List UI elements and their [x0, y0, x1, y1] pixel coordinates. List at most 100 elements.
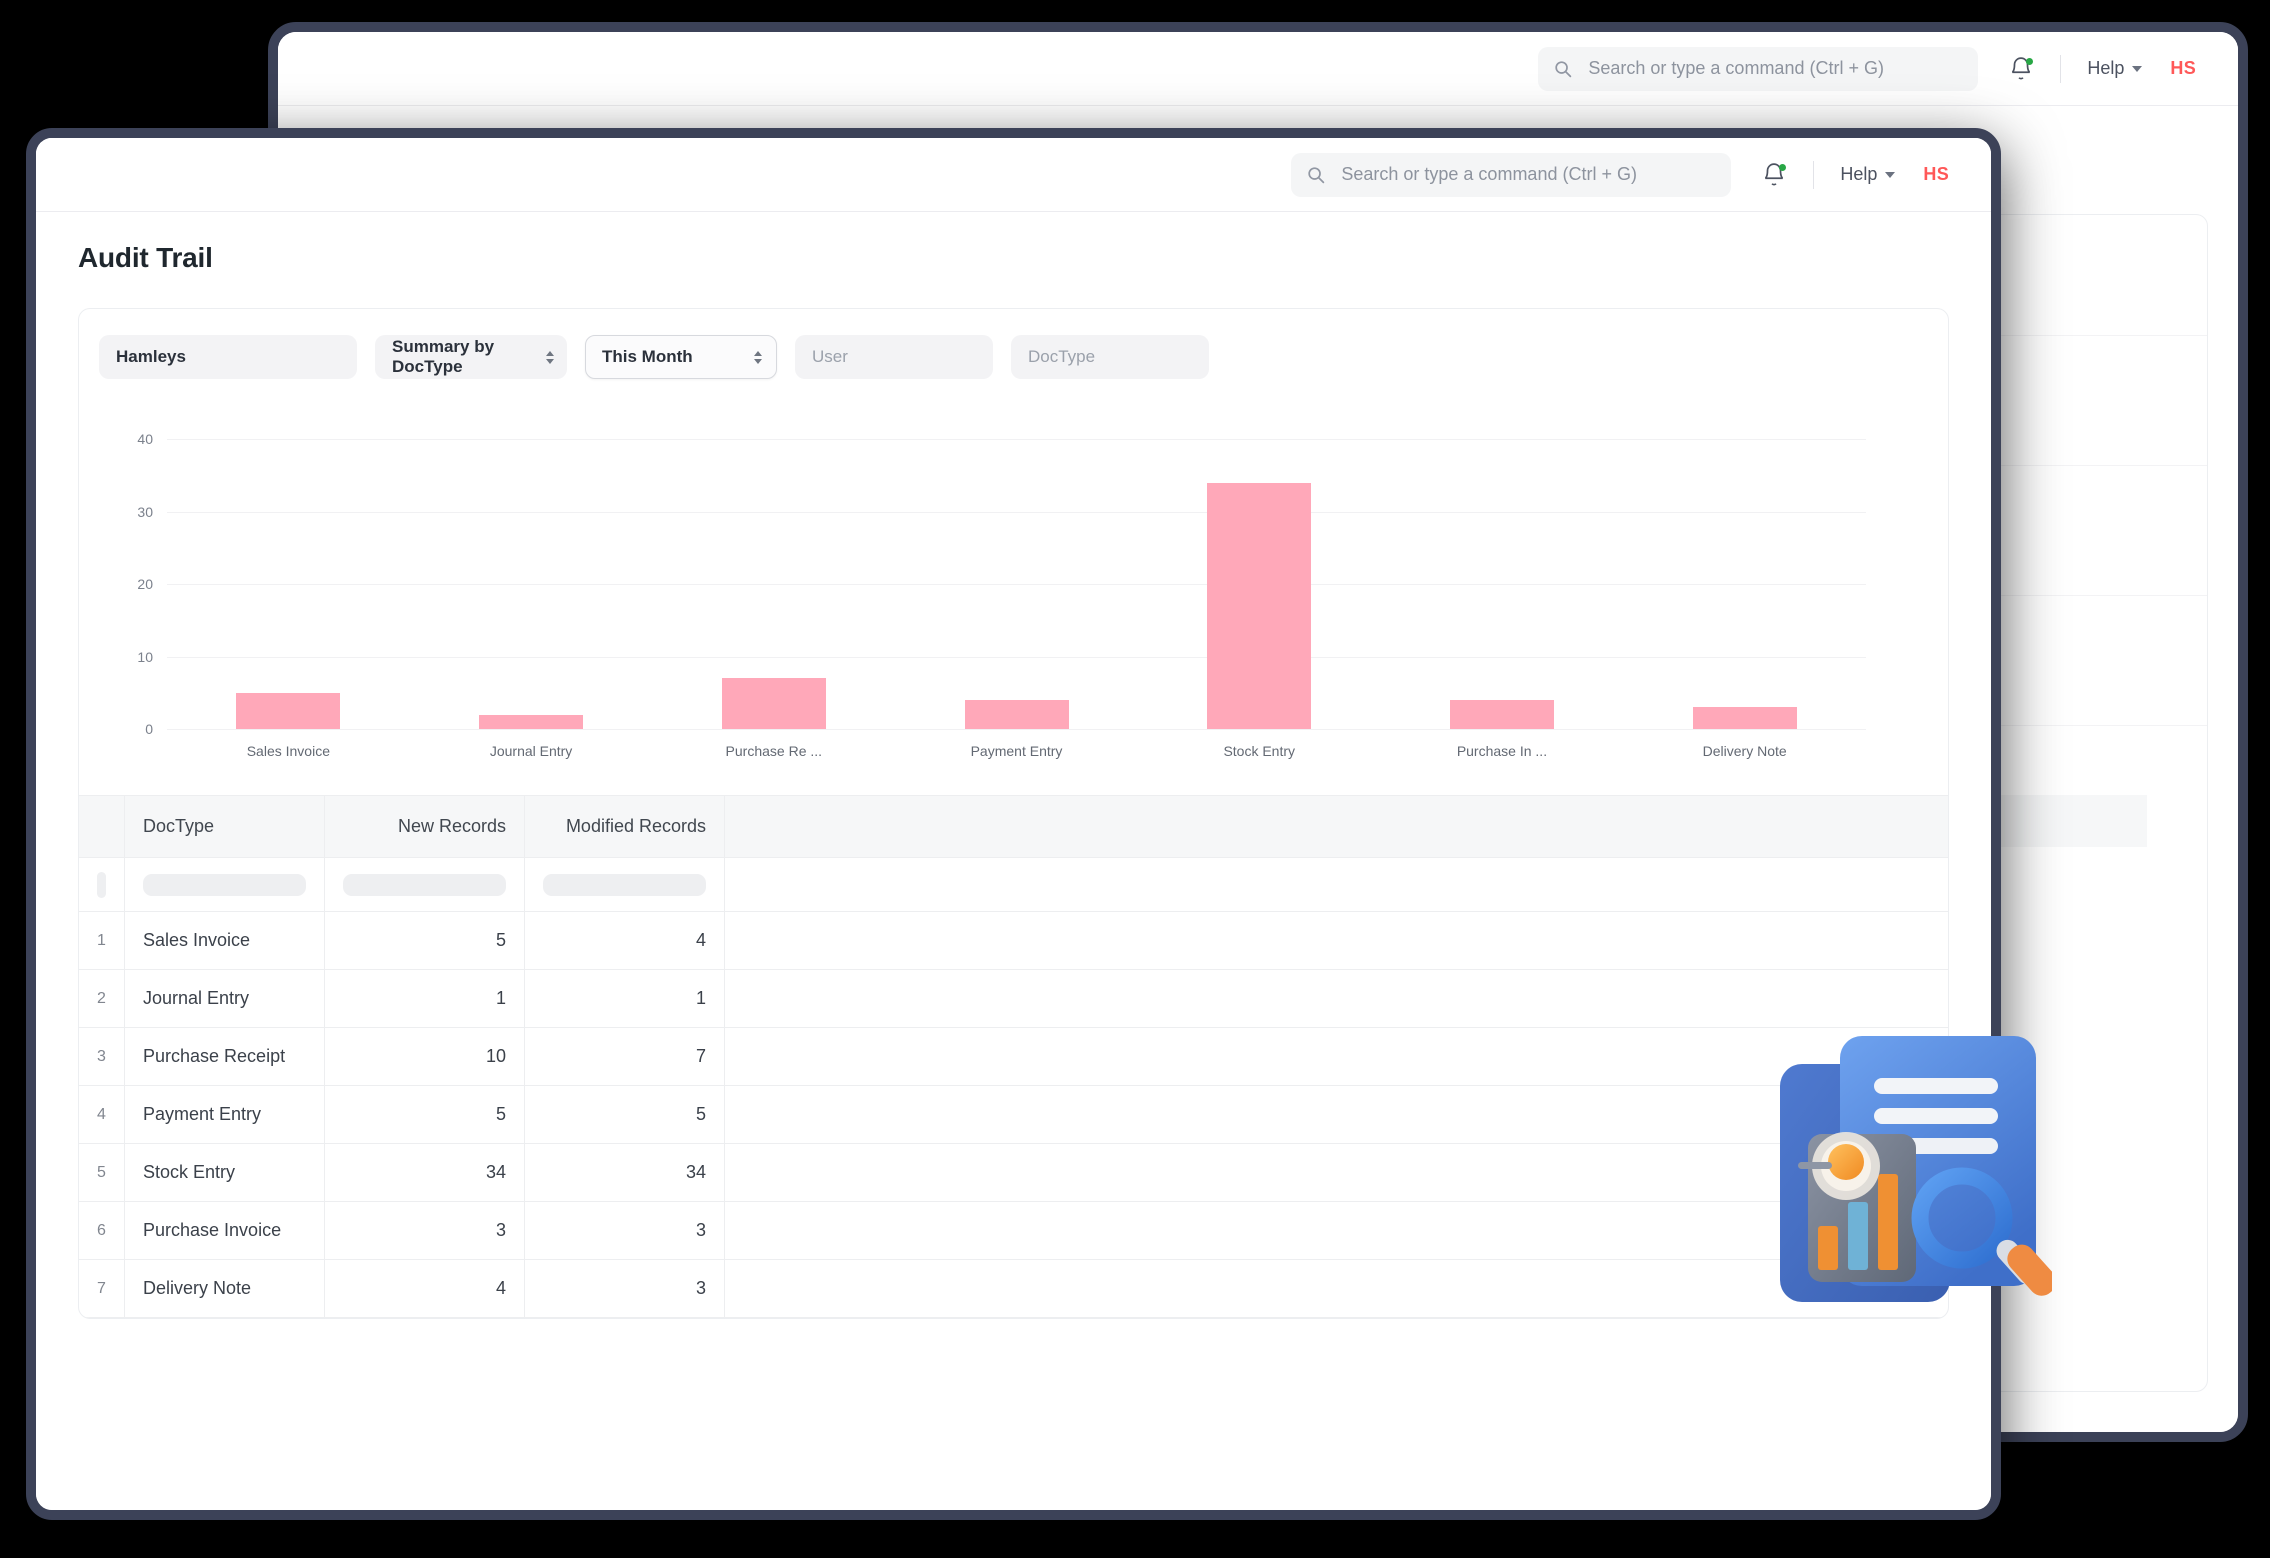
notification-dot [2026, 58, 2033, 65]
chart-y-tick-label: 20 [137, 576, 153, 592]
period-select[interactable]: This Month [585, 335, 777, 379]
skeleton-pill [543, 874, 706, 896]
chart-bar-slot [1138, 439, 1381, 729]
background-search-placeholder: Search or type a command (Ctrl + G) [1588, 58, 1884, 79]
table-cell-new-records[interactable]: 34 [325, 1144, 525, 1202]
help-label: Help [2087, 58, 2124, 79]
table-cell-doctype[interactable]: Delivery Note [125, 1260, 325, 1318]
page-title: Audit Trail [78, 242, 1949, 274]
chart-x-tick-label: Purchase Re ... [652, 743, 895, 759]
search-input[interactable]: Search or type a command (Ctrl + G) [1291, 153, 1731, 197]
select-spinner-icon [546, 351, 554, 364]
chart-bar[interactable] [1693, 707, 1797, 729]
table-cell-modified-records[interactable]: 1 [525, 970, 725, 1028]
orange-sphere [1828, 1144, 1864, 1180]
chart-bar[interactable] [1207, 483, 1311, 730]
table-header-modified-records: Modified Records [525, 796, 725, 858]
bell-icon[interactable] [1761, 162, 1787, 188]
user-field[interactable]: User [795, 335, 993, 379]
table-row[interactable]: 5Stock Entry3434 [79, 1144, 1948, 1202]
chart-y-tick-label: 40 [137, 431, 153, 447]
document-text-line [1874, 1108, 1998, 1124]
table-cell-doctype[interactable]: Purchase Receipt [125, 1028, 325, 1086]
chart-bars [167, 439, 1866, 729]
table-cell-doctype[interactable]: Journal Entry [125, 970, 325, 1028]
select-spinner-icon [754, 351, 762, 364]
table-cell-filler [725, 970, 1948, 1028]
page-body: Audit Trail Hamleys Summary by DocType T… [36, 212, 1991, 1319]
chart-x-tick-label: Purchase In ... [1381, 743, 1624, 759]
chart-bar[interactable] [479, 715, 583, 730]
records-table: DocType New Records Modified Records [79, 795, 1948, 1318]
table-cell-doctype[interactable]: Purchase Invoice [125, 1202, 325, 1260]
table-cell-new-records[interactable]: 1 [325, 970, 525, 1028]
search-placeholder: Search or type a command (Ctrl + G) [1341, 164, 1637, 185]
skeleton-index-cell [79, 858, 125, 912]
table-header-row: DocType New Records Modified Records [79, 796, 1948, 858]
company-field[interactable]: Hamleys [99, 335, 357, 379]
bar-chart: 010203040 [167, 439, 1866, 729]
chart-bar[interactable] [1450, 700, 1554, 729]
table-cell-doctype[interactable]: Payment Entry [125, 1086, 325, 1144]
table-cell-filler [725, 1144, 1948, 1202]
avatar[interactable]: HS [2170, 58, 2196, 79]
table-cell-doctype[interactable]: Sales Invoice [125, 912, 325, 970]
skeleton-pill [97, 872, 106, 898]
notification-dot [1779, 164, 1786, 171]
avatar[interactable]: HS [1923, 164, 1949, 185]
table-row-index: 3 [79, 1028, 125, 1086]
table-cell-modified-records[interactable]: 7 [525, 1028, 725, 1086]
table-cell-filler [725, 1028, 1948, 1086]
table-cell-doctype[interactable]: Stock Entry [125, 1144, 325, 1202]
table-cell-modified-records[interactable]: 4 [525, 912, 725, 970]
table-cell-modified-records[interactable]: 3 [525, 1202, 725, 1260]
audit-report-3d-illustration [1770, 1022, 2052, 1312]
table-row-index: 1 [79, 912, 125, 970]
skeleton-new-cell [325, 858, 525, 912]
table-row[interactable]: 7Delivery Note43 [79, 1260, 1948, 1318]
company-value: Hamleys [116, 347, 186, 367]
chart-gridline [167, 729, 1866, 730]
table-row[interactable]: 2Journal Entry11 [79, 970, 1948, 1028]
table-cell-new-records[interactable]: 3 [325, 1202, 525, 1260]
table-row[interactable]: 6Purchase Invoice33 [79, 1202, 1948, 1260]
table-cell-modified-records[interactable]: 5 [525, 1086, 725, 1144]
chart-x-tick-label: Delivery Note [1623, 743, 1866, 759]
navbar-divider [2060, 55, 2061, 83]
table-cell-new-records[interactable]: 5 [325, 912, 525, 970]
doctype-field[interactable]: DocType [1011, 335, 1209, 379]
chart-area: 010203040 Sales InvoiceJournal EntryPurc… [79, 405, 1948, 795]
chart-x-axis-labels: Sales InvoiceJournal EntryPurchase Re ..… [167, 743, 1866, 759]
chart-x-tick-label: Sales Invoice [167, 743, 410, 759]
table-row[interactable]: 4Payment Entry55 [79, 1086, 1948, 1144]
table-cell-new-records[interactable]: 10 [325, 1028, 525, 1086]
report-view-value: Summary by DocType [392, 337, 538, 377]
table-cell-modified-records[interactable]: 34 [525, 1144, 725, 1202]
illustration-bar-2 [1848, 1202, 1868, 1270]
table-row-index: 6 [79, 1202, 125, 1260]
illustration-bar-3 [1878, 1174, 1898, 1270]
chart-y-tick-label: 10 [137, 649, 153, 665]
table-cell-new-records[interactable]: 4 [325, 1260, 525, 1318]
bell-icon[interactable] [2008, 56, 2034, 82]
table-row-index: 4 [79, 1086, 125, 1144]
sphere-handle [1798, 1162, 1832, 1169]
table-cell-filler [725, 1086, 1948, 1144]
foreground-window[interactable]: Search or type a command (Ctrl + G) Help… [26, 128, 2001, 1520]
navbar: Search or type a command (Ctrl + G) Help… [36, 138, 1991, 212]
help-menu[interactable]: Help [2087, 58, 2142, 79]
report-view-select[interactable]: Summary by DocType [375, 335, 567, 379]
chart-bar[interactable] [965, 700, 1069, 729]
table-cell-filler [725, 1202, 1948, 1260]
chart-bar[interactable] [722, 678, 826, 729]
help-menu[interactable]: Help [1840, 164, 1895, 185]
table-cell-modified-records[interactable]: 3 [525, 1260, 725, 1318]
table-header-new-records: New Records [325, 796, 525, 858]
chart-bar[interactable] [236, 693, 340, 729]
chevron-down-icon [2132, 66, 2142, 72]
table-header-filler [725, 796, 1948, 858]
background-search-input[interactable]: Search or type a command (Ctrl + G) [1538, 47, 1978, 91]
table-cell-new-records[interactable]: 5 [325, 1086, 525, 1144]
table-row[interactable]: 3Purchase Receipt107 [79, 1028, 1948, 1086]
table-row[interactable]: 1Sales Invoice54 [79, 912, 1948, 970]
